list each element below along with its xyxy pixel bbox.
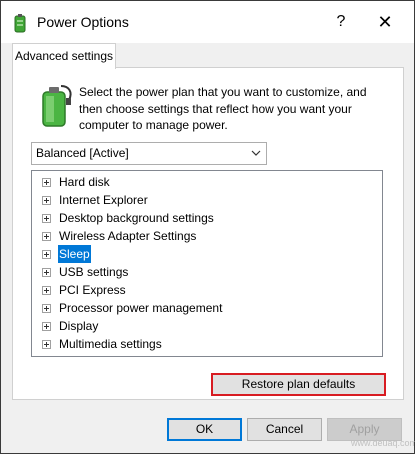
settings-tree[interactable]: Hard disk Internet Explorer Desktop back… <box>31 170 383 357</box>
tree-item-label: Processor power management <box>59 301 223 315</box>
title-bar: Power Options ? ✕ <box>1 1 414 43</box>
power-plan-value: Balanced [Active] <box>36 146 129 160</box>
tree-item-label: Multimedia settings <box>59 337 162 351</box>
tree-item-label: Internet Explorer <box>59 193 148 207</box>
expand-plus-icon[interactable] <box>42 214 51 223</box>
help-button[interactable]: ? <box>326 9 356 35</box>
expand-plus-icon[interactable] <box>42 232 51 241</box>
advanced-settings-panel: Select the power plan that you want to c… <box>12 67 404 400</box>
ok-button[interactable]: OK <box>167 418 242 441</box>
expand-plus-icon[interactable] <box>42 250 51 259</box>
tree-item-label: Display <box>59 319 99 333</box>
chevron-down-icon <box>251 150 261 156</box>
tree-item-label: Hard disk <box>59 175 110 189</box>
tree-item-label: Wireless Adapter Settings <box>59 229 197 243</box>
close-button[interactable]: ✕ <box>368 9 402 35</box>
power-options-dialog: Power Options ? ✕ Advanced settings Sele… <box>0 0 415 454</box>
cancel-button[interactable]: Cancel <box>247 418 322 441</box>
tree-item-label: USB settings <box>59 265 129 279</box>
expand-plus-icon[interactable] <box>42 196 51 205</box>
expand-plus-icon[interactable] <box>42 268 51 277</box>
battery-icon <box>42 85 72 127</box>
window-title: Power Options <box>37 14 129 30</box>
tree-item-label: Desktop background settings <box>59 211 214 225</box>
expand-plus-icon[interactable] <box>42 178 51 187</box>
expand-plus-icon[interactable] <box>42 322 51 331</box>
restore-plan-defaults-button[interactable]: Restore plan defaults <box>211 373 386 396</box>
expand-plus-icon[interactable] <box>42 340 51 349</box>
tree-item-label: Sleep <box>58 245 91 263</box>
expand-plus-icon[interactable] <box>42 304 51 313</box>
expand-plus-icon[interactable] <box>42 286 51 295</box>
tab-advanced-settings[interactable]: Advanced settings <box>12 43 116 69</box>
tree-item-label: PCI Express <box>59 283 126 297</box>
description-text: Select the power plan that you want to c… <box>79 85 367 132</box>
watermark-text: www.deuaq.com <box>351 438 415 448</box>
power-options-icon <box>14 14 26 33</box>
power-plan-dropdown[interactable]: Balanced [Active] <box>31 142 267 165</box>
